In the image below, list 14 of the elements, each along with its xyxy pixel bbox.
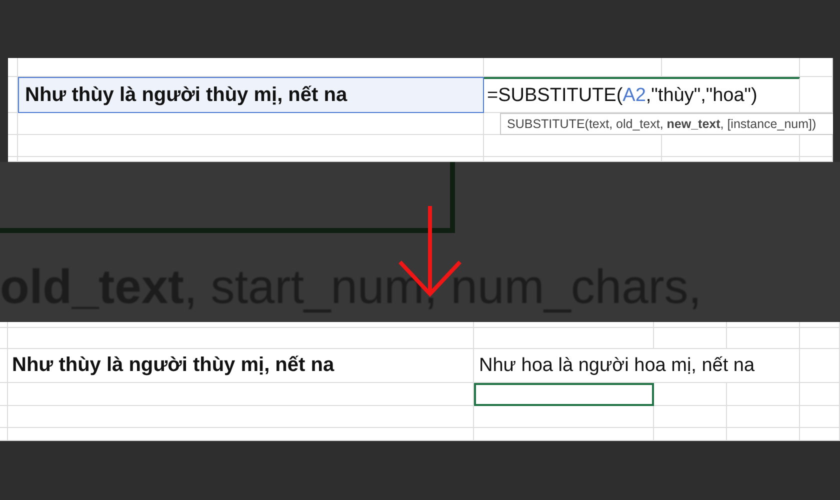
grid-cell <box>800 58 833 77</box>
spreadsheet-cell[interactable]: Như thùy là người thùy mị, nết na <box>18 77 484 113</box>
result-cell[interactable]: Như hoa là người hoa mị, nết na <box>474 349 800 383</box>
grid-cell <box>800 428 840 441</box>
active-cell[interactable] <box>474 383 654 406</box>
grid-cell <box>8 58 18 77</box>
grid-cell <box>8 135 18 157</box>
grid-cell <box>800 406 840 428</box>
grid-cell <box>8 113 18 135</box>
function-tooltip: SUBSTITUTE(text, old_text, new_text, [instance_num]) <box>500 113 833 135</box>
spreadsheet-cell[interactable]: Như thùy là người thùy mị, nết na <box>8 349 474 383</box>
grid-cell <box>800 328 840 349</box>
grid-cell <box>800 383 840 406</box>
formula-cell[interactable]: =SUBSTITUTE(A2,"thùy","hoa") <box>484 77 800 113</box>
